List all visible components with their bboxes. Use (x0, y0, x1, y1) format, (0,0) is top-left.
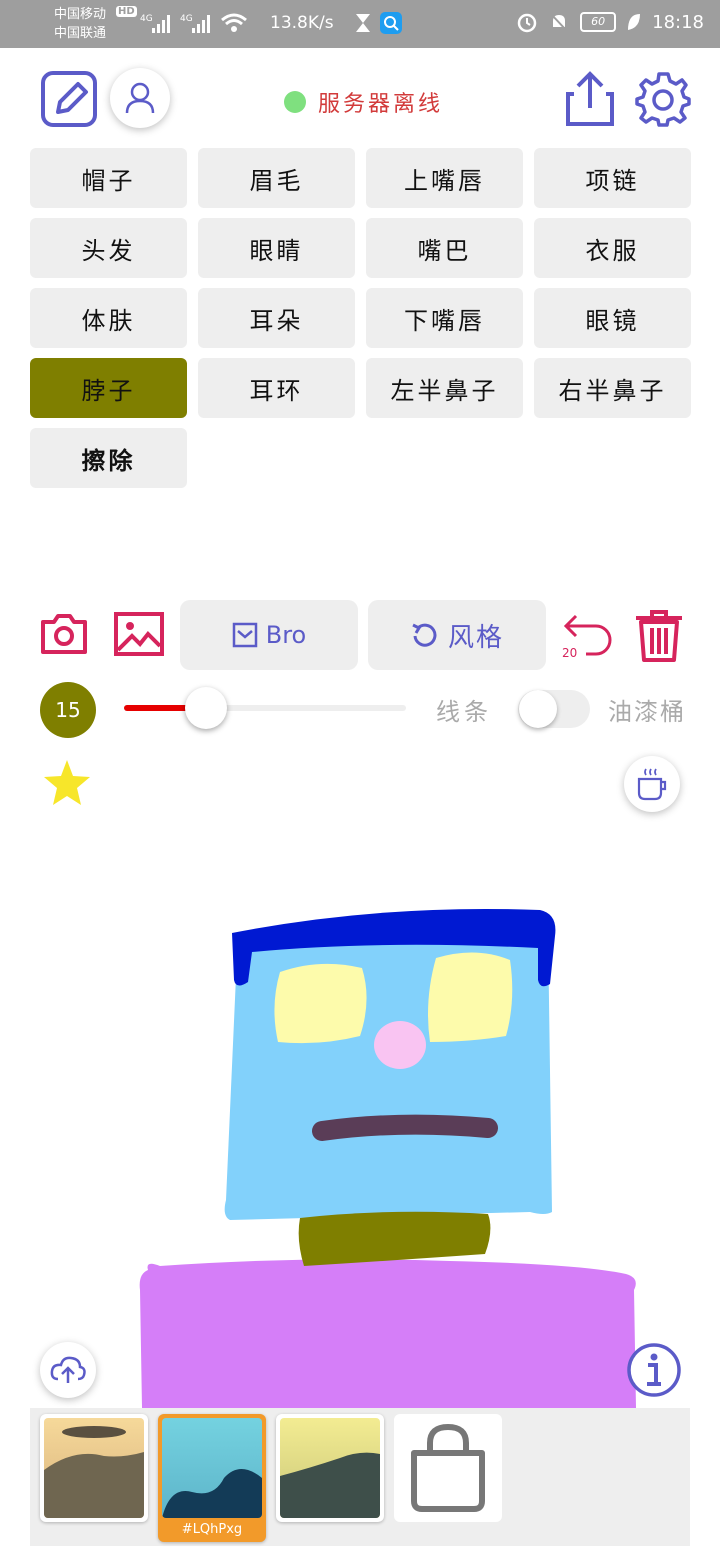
shopping-bag-icon (411, 1423, 485, 1512)
style-button[interactable]: 风格 (368, 600, 546, 670)
trash-icon[interactable] (632, 608, 686, 662)
coffee-cup-icon (637, 768, 667, 801)
paint-bucket-toggle[interactable] (518, 690, 590, 728)
body-shape (139, 1259, 636, 1408)
part-button[interactable]: 脖子 (30, 358, 187, 418)
svg-text:4G: 4G (140, 14, 153, 24)
face-part-grid: 帽子 眉毛 上嘴唇 项链头发 眼睛 嘴巴 衣服体肤 耳朵 下嘴唇 眼镜脖子 耳环 左半鼻子 右半鼻子擦除 (30, 148, 691, 488)
part-button[interactable]: 右半鼻子 (534, 358, 691, 418)
battery-icon: 60 (580, 12, 617, 32)
svg-text:4G: 4G (180, 14, 193, 24)
part-button[interactable]: 项链 (534, 148, 691, 208)
slider-thumb[interactable] (184, 687, 227, 729)
carrier-names: 中国移动 中国联通 (54, 5, 106, 43)
brush-controls: 15 线条 油漆桶 (0, 680, 720, 740)
brush-size-badge: 15 (40, 682, 96, 738)
coffee-button[interactable] (624, 756, 680, 812)
status-bar: 中国移动 中国联通 HD 4G 4G 13.8K/s 60 18:18 (0, 0, 720, 48)
part-button[interactable]: 帽子 (30, 148, 187, 208)
server-status: 服务器离线 (284, 86, 443, 118)
line-mode-label: 线条 (436, 698, 492, 726)
user-profile-button[interactable] (110, 68, 170, 128)
camera-icon[interactable] (40, 612, 88, 656)
wifi-icon (221, 13, 247, 32)
nose-shape (374, 1021, 426, 1069)
bucket-mode-label: 油漆桶 (608, 698, 686, 726)
style-label: 风格 (447, 622, 504, 653)
part-button[interactable]: 上嘴唇 (366, 148, 523, 208)
part-button[interactable]: 头发 (30, 218, 187, 278)
share-icon[interactable] (564, 70, 616, 128)
user-icon (125, 82, 155, 114)
thumbnail-image (44, 1418, 144, 1518)
edit-drawing-icon[interactable] (40, 70, 98, 128)
toggle-knob (519, 690, 557, 728)
neck-shape (298, 1211, 491, 1266)
signal-icon: 4G (140, 14, 170, 33)
signal-icon: 4G (180, 14, 210, 33)
alarm-icon (517, 13, 537, 33)
carrier-2: 中国联通 (54, 26, 107, 41)
part-button[interactable]: 衣服 (534, 218, 691, 278)
left-eye-shape (274, 963, 367, 1044)
settings-gear-icon[interactable] (634, 70, 692, 128)
part-button[interactable]: 左半鼻子 (366, 358, 523, 418)
upload-button[interactable] (40, 1342, 96, 1398)
undo-button[interactable]: 20 (558, 610, 616, 660)
brush-size-slider[interactable] (124, 687, 406, 729)
network-speed: 13.8K/s (270, 13, 334, 33)
clock: 18:18 (652, 11, 704, 33)
drawing-canvas[interactable] (0, 820, 720, 1408)
mute-bell-icon (550, 13, 568, 32)
hd-badge: HD (116, 6, 137, 17)
part-button[interactable]: 下嘴唇 (366, 288, 523, 348)
shop-button[interactable] (394, 1414, 502, 1522)
part-button[interactable]: 体肤 (30, 288, 187, 348)
info-icon[interactable] (626, 1342, 682, 1398)
right-eye-shape (428, 952, 513, 1042)
top-toolbar: 服务器离线 (0, 60, 720, 140)
brush-mode-button[interactable]: Bro (180, 600, 358, 670)
carrier-1: 中国移动 (54, 7, 107, 22)
style-gallery: #LQhPxg (30, 1408, 690, 1546)
status-dot (284, 91, 306, 113)
style-thumbnail[interactable] (276, 1414, 384, 1522)
part-button[interactable]: 擦除 (30, 428, 187, 488)
status-right: 60 18:18 (516, 11, 704, 33)
mail-icon (232, 622, 257, 648)
search-app-icon (380, 12, 402, 34)
reset-icon (412, 623, 437, 647)
leaf-icon (628, 14, 641, 30)
thumbnail-label: #LQhPxg (181, 1522, 243, 1537)
part-button[interactable]: 眼睛 (198, 218, 355, 278)
mouth-stroke (312, 1114, 498, 1141)
star-icon[interactable] (40, 756, 94, 810)
hourglass-icon (356, 14, 370, 32)
thumbnail-image (280, 1418, 380, 1518)
thumbnail-image (162, 1418, 262, 1518)
style-thumbnail-selected[interactable]: #LQhPxg (158, 1414, 266, 1542)
server-status-text: 服务器离线 (318, 92, 444, 117)
action-row: Bro 风格 20 (0, 598, 720, 672)
part-button[interactable]: 耳环 (198, 358, 355, 418)
cloud-upload-icon (50, 1356, 86, 1383)
part-button[interactable]: 眼镜 (534, 288, 691, 348)
part-button[interactable]: 耳朵 (198, 288, 355, 348)
part-button[interactable]: 眉毛 (198, 148, 355, 208)
style-thumbnail[interactable] (40, 1414, 148, 1522)
undo-count: 20 (562, 646, 578, 660)
part-button[interactable]: 嘴巴 (366, 218, 523, 278)
brush-mode-label: Bro (265, 621, 307, 649)
image-gallery-icon[interactable] (114, 612, 164, 656)
